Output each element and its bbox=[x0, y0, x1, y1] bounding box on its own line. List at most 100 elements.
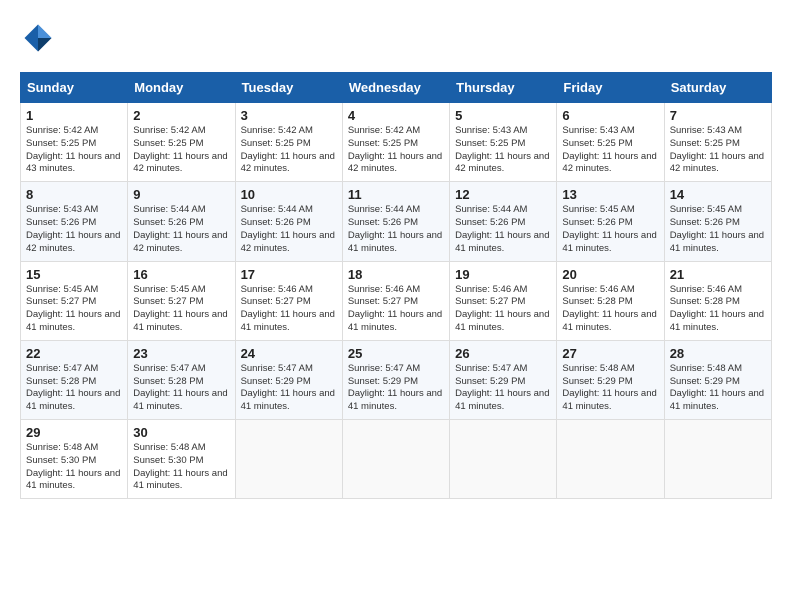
calendar-table: Sunday Monday Tuesday Wednesday Thursday… bbox=[20, 72, 772, 499]
cell-info: Sunrise: 5:47 AM Sunset: 5:28 PM Dayligh… bbox=[26, 363, 122, 414]
cell-info: Sunrise: 5:45 AM Sunset: 5:26 PM Dayligh… bbox=[562, 204, 658, 255]
cell-info: Sunrise: 5:45 AM Sunset: 5:27 PM Dayligh… bbox=[133, 284, 229, 335]
day-number: 22 bbox=[26, 346, 122, 361]
day-number: 14 bbox=[670, 187, 766, 202]
day-number: 10 bbox=[241, 187, 337, 202]
calendar-cell: 25 Sunrise: 5:47 AM Sunset: 5:29 PM Dayl… bbox=[342, 340, 449, 419]
calendar-cell: 28 Sunrise: 5:48 AM Sunset: 5:29 PM Dayl… bbox=[664, 340, 771, 419]
calendar-cell: 22 Sunrise: 5:47 AM Sunset: 5:28 PM Dayl… bbox=[21, 340, 128, 419]
calendar-cell: 10 Sunrise: 5:44 AM Sunset: 5:26 PM Dayl… bbox=[235, 182, 342, 261]
calendar-cell: 29 Sunrise: 5:48 AM Sunset: 5:30 PM Dayl… bbox=[21, 420, 128, 499]
calendar-cell: 26 Sunrise: 5:47 AM Sunset: 5:29 PM Dayl… bbox=[450, 340, 557, 419]
calendar-cell: 18 Sunrise: 5:46 AM Sunset: 5:27 PM Dayl… bbox=[342, 261, 449, 340]
day-number: 6 bbox=[562, 108, 658, 123]
cell-info: Sunrise: 5:43 AM Sunset: 5:25 PM Dayligh… bbox=[562, 125, 658, 176]
col-thursday: Thursday bbox=[450, 73, 557, 103]
cell-info: Sunrise: 5:44 AM Sunset: 5:26 PM Dayligh… bbox=[133, 204, 229, 255]
calendar-cell: 23 Sunrise: 5:47 AM Sunset: 5:28 PM Dayl… bbox=[128, 340, 235, 419]
calendar-cell: 14 Sunrise: 5:45 AM Sunset: 5:26 PM Dayl… bbox=[664, 182, 771, 261]
calendar-cell: 11 Sunrise: 5:44 AM Sunset: 5:26 PM Dayl… bbox=[342, 182, 449, 261]
day-number: 15 bbox=[26, 267, 122, 282]
calendar-cell: 3 Sunrise: 5:42 AM Sunset: 5:25 PM Dayli… bbox=[235, 103, 342, 182]
cell-info: Sunrise: 5:43 AM Sunset: 5:25 PM Dayligh… bbox=[455, 125, 551, 176]
calendar-row-1: 1 Sunrise: 5:42 AM Sunset: 5:25 PM Dayli… bbox=[21, 103, 772, 182]
calendar-cell: 20 Sunrise: 5:46 AM Sunset: 5:28 PM Dayl… bbox=[557, 261, 664, 340]
day-number: 26 bbox=[455, 346, 551, 361]
day-number: 1 bbox=[26, 108, 122, 123]
col-wednesday: Wednesday bbox=[342, 73, 449, 103]
calendar-cell: 2 Sunrise: 5:42 AM Sunset: 5:25 PM Dayli… bbox=[128, 103, 235, 182]
day-number: 5 bbox=[455, 108, 551, 123]
calendar-cell: 21 Sunrise: 5:46 AM Sunset: 5:28 PM Dayl… bbox=[664, 261, 771, 340]
cell-info: Sunrise: 5:48 AM Sunset: 5:30 PM Dayligh… bbox=[26, 442, 122, 493]
day-number: 20 bbox=[562, 267, 658, 282]
day-number: 3 bbox=[241, 108, 337, 123]
day-number: 4 bbox=[348, 108, 444, 123]
calendar-cell: 27 Sunrise: 5:48 AM Sunset: 5:29 PM Dayl… bbox=[557, 340, 664, 419]
cell-info: Sunrise: 5:45 AM Sunset: 5:27 PM Dayligh… bbox=[26, 284, 122, 335]
day-number: 18 bbox=[348, 267, 444, 282]
calendar-cell: 1 Sunrise: 5:42 AM Sunset: 5:25 PM Dayli… bbox=[21, 103, 128, 182]
calendar-cell bbox=[557, 420, 664, 499]
cell-info: Sunrise: 5:48 AM Sunset: 5:29 PM Dayligh… bbox=[670, 363, 766, 414]
calendar-cell: 17 Sunrise: 5:46 AM Sunset: 5:27 PM Dayl… bbox=[235, 261, 342, 340]
cell-info: Sunrise: 5:46 AM Sunset: 5:28 PM Dayligh… bbox=[670, 284, 766, 335]
calendar-cell: 13 Sunrise: 5:45 AM Sunset: 5:26 PM Dayl… bbox=[557, 182, 664, 261]
cell-info: Sunrise: 5:48 AM Sunset: 5:29 PM Dayligh… bbox=[562, 363, 658, 414]
calendar-cell bbox=[664, 420, 771, 499]
calendar-cell: 12 Sunrise: 5:44 AM Sunset: 5:26 PM Dayl… bbox=[450, 182, 557, 261]
day-number: 30 bbox=[133, 425, 229, 440]
day-number: 9 bbox=[133, 187, 229, 202]
calendar-cell: 7 Sunrise: 5:43 AM Sunset: 5:25 PM Dayli… bbox=[664, 103, 771, 182]
calendar-cell bbox=[342, 420, 449, 499]
day-number: 2 bbox=[133, 108, 229, 123]
cell-info: Sunrise: 5:42 AM Sunset: 5:25 PM Dayligh… bbox=[241, 125, 337, 176]
col-sunday: Sunday bbox=[21, 73, 128, 103]
cell-info: Sunrise: 5:47 AM Sunset: 5:28 PM Dayligh… bbox=[133, 363, 229, 414]
cell-info: Sunrise: 5:47 AM Sunset: 5:29 PM Dayligh… bbox=[241, 363, 337, 414]
cell-info: Sunrise: 5:44 AM Sunset: 5:26 PM Dayligh… bbox=[241, 204, 337, 255]
calendar-cell: 8 Sunrise: 5:43 AM Sunset: 5:26 PM Dayli… bbox=[21, 182, 128, 261]
day-number: 25 bbox=[348, 346, 444, 361]
day-number: 17 bbox=[241, 267, 337, 282]
col-monday: Monday bbox=[128, 73, 235, 103]
day-number: 27 bbox=[562, 346, 658, 361]
page-header bbox=[20, 20, 772, 56]
col-tuesday: Tuesday bbox=[235, 73, 342, 103]
cell-info: Sunrise: 5:46 AM Sunset: 5:27 PM Dayligh… bbox=[348, 284, 444, 335]
calendar-cell bbox=[450, 420, 557, 499]
cell-info: Sunrise: 5:46 AM Sunset: 5:28 PM Dayligh… bbox=[562, 284, 658, 335]
cell-info: Sunrise: 5:44 AM Sunset: 5:26 PM Dayligh… bbox=[455, 204, 551, 255]
calendar-cell bbox=[235, 420, 342, 499]
calendar-cell: 5 Sunrise: 5:43 AM Sunset: 5:25 PM Dayli… bbox=[450, 103, 557, 182]
cell-info: Sunrise: 5:46 AM Sunset: 5:27 PM Dayligh… bbox=[455, 284, 551, 335]
logo bbox=[20, 20, 60, 56]
cell-info: Sunrise: 5:47 AM Sunset: 5:29 PM Dayligh… bbox=[455, 363, 551, 414]
day-number: 13 bbox=[562, 187, 658, 202]
cell-info: Sunrise: 5:45 AM Sunset: 5:26 PM Dayligh… bbox=[670, 204, 766, 255]
calendar-cell: 19 Sunrise: 5:46 AM Sunset: 5:27 PM Dayl… bbox=[450, 261, 557, 340]
calendar-cell: 6 Sunrise: 5:43 AM Sunset: 5:25 PM Dayli… bbox=[557, 103, 664, 182]
cell-info: Sunrise: 5:42 AM Sunset: 5:25 PM Dayligh… bbox=[133, 125, 229, 176]
logo-icon bbox=[20, 20, 56, 56]
cell-info: Sunrise: 5:46 AM Sunset: 5:27 PM Dayligh… bbox=[241, 284, 337, 335]
calendar-cell: 15 Sunrise: 5:45 AM Sunset: 5:27 PM Dayl… bbox=[21, 261, 128, 340]
cell-info: Sunrise: 5:42 AM Sunset: 5:25 PM Dayligh… bbox=[348, 125, 444, 176]
cell-info: Sunrise: 5:48 AM Sunset: 5:30 PM Dayligh… bbox=[133, 442, 229, 493]
col-friday: Friday bbox=[557, 73, 664, 103]
calendar-row-4: 22 Sunrise: 5:47 AM Sunset: 5:28 PM Dayl… bbox=[21, 340, 772, 419]
day-number: 23 bbox=[133, 346, 229, 361]
day-number: 16 bbox=[133, 267, 229, 282]
cell-info: Sunrise: 5:47 AM Sunset: 5:29 PM Dayligh… bbox=[348, 363, 444, 414]
calendar-cell: 4 Sunrise: 5:42 AM Sunset: 5:25 PM Dayli… bbox=[342, 103, 449, 182]
day-number: 21 bbox=[670, 267, 766, 282]
calendar-row-5: 29 Sunrise: 5:48 AM Sunset: 5:30 PM Dayl… bbox=[21, 420, 772, 499]
calendar-row-3: 15 Sunrise: 5:45 AM Sunset: 5:27 PM Dayl… bbox=[21, 261, 772, 340]
day-number: 11 bbox=[348, 187, 444, 202]
day-number: 24 bbox=[241, 346, 337, 361]
calendar-row-2: 8 Sunrise: 5:43 AM Sunset: 5:26 PM Dayli… bbox=[21, 182, 772, 261]
calendar-header-row: Sunday Monday Tuesday Wednesday Thursday… bbox=[21, 73, 772, 103]
cell-info: Sunrise: 5:43 AM Sunset: 5:26 PM Dayligh… bbox=[26, 204, 122, 255]
calendar-cell: 16 Sunrise: 5:45 AM Sunset: 5:27 PM Dayl… bbox=[128, 261, 235, 340]
day-number: 8 bbox=[26, 187, 122, 202]
